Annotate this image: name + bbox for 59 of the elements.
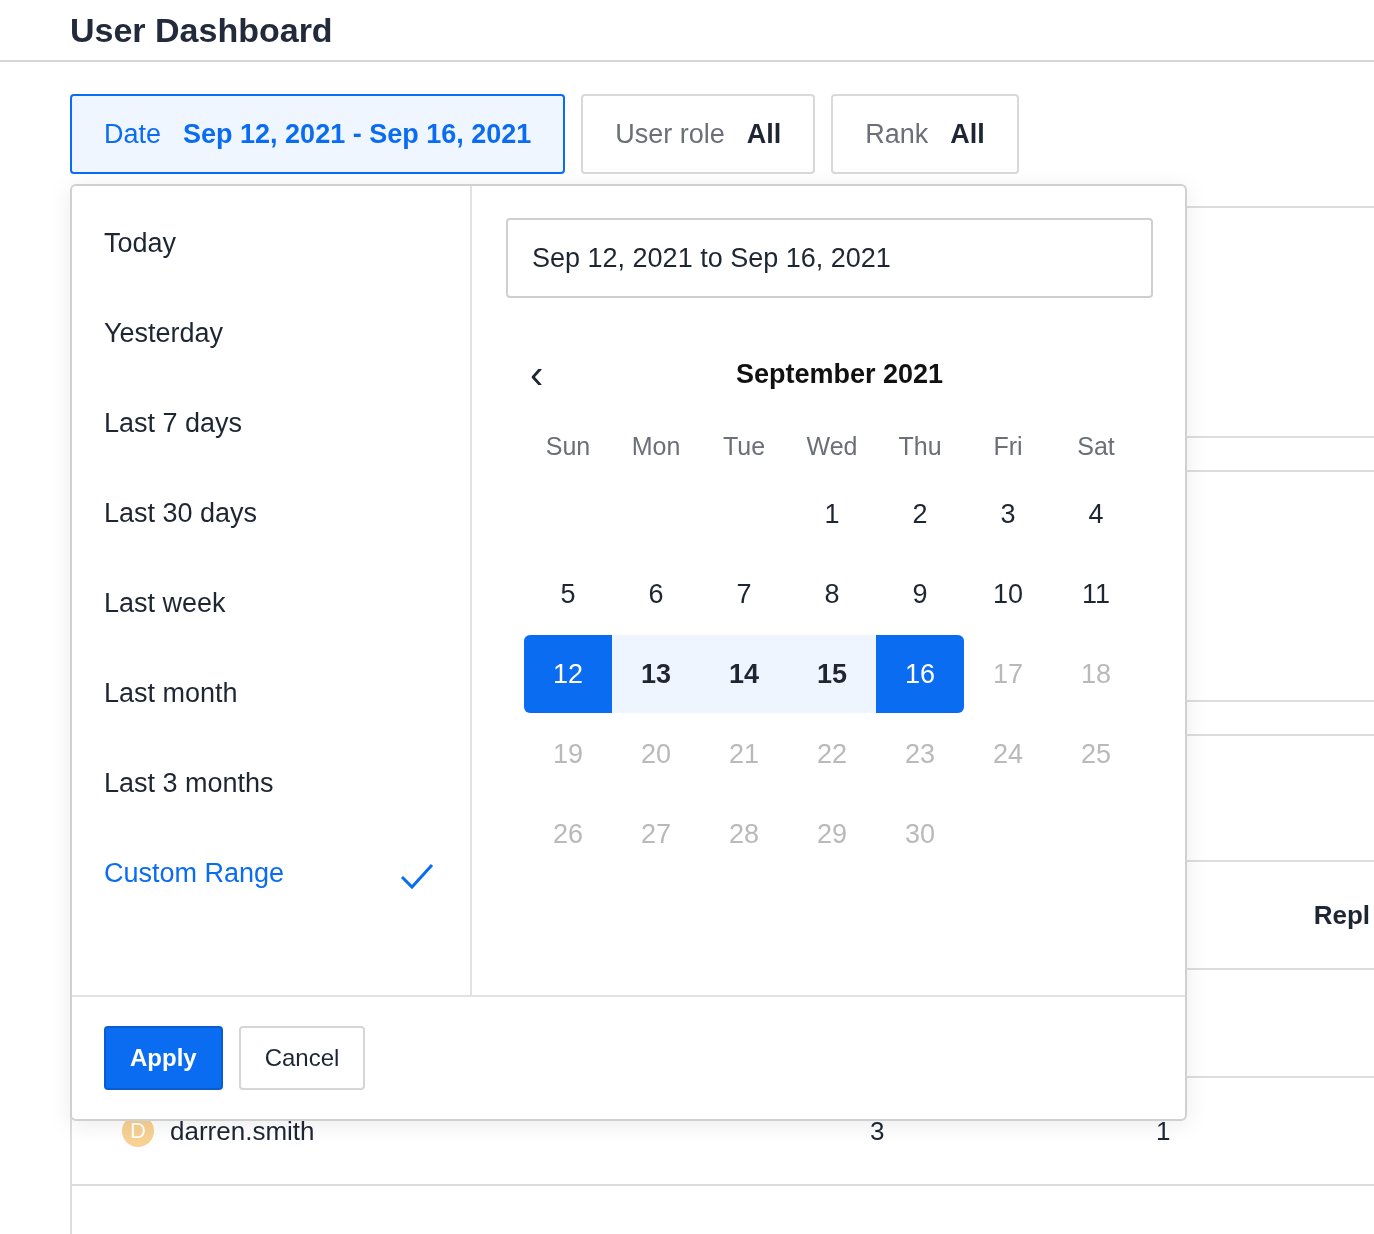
cancel-button[interactable]: Cancel [238,1026,366,1090]
calendar-day: 19 [524,715,612,793]
calendar-day: 28 [700,795,788,873]
column-header: Repl [1313,899,1370,931]
filter-button[interactable]: Date Sep 12, 2021 - Sep 16, 2021 [70,94,566,174]
calendar-day: 20 [612,715,700,793]
preset-option[interactable]: Last 30 days [72,486,470,576]
preset-option[interactable]: Yesterday [72,306,470,396]
calendar-day[interactable]: 2 [876,475,964,553]
user-name: darren.smith [170,1115,316,1147]
calendar-day[interactable]: 1 [788,475,876,553]
calendar-day: 29 [788,795,876,873]
month-title: September 2021 [735,358,944,390]
calendar-day[interactable]: 10 [964,555,1052,633]
calendar-day[interactable]: 16 [876,635,964,713]
calendar-day[interactable]: 5 [524,555,612,633]
date-range-field[interactable]: Sep 12, 2021 to Sep 16, 2021 [506,218,1153,298]
calendar-day[interactable]: 6 [612,555,700,633]
weekday-label: Wed [805,430,859,462]
page-title: User Dashboard [70,11,333,50]
previous-month-button[interactable]: ‹ [524,354,550,394]
weekday-label: Thu [897,430,943,462]
weekday-label: Sun [544,430,592,462]
calendar-day[interactable]: 13 [612,635,700,713]
preset-option[interactable]: Today [72,216,470,306]
calendar-day[interactable]: 11 [1052,555,1140,633]
check-icon [400,862,434,890]
weekday-label: Mon [630,430,682,462]
preset-option[interactable]: Last week [72,576,470,666]
calendar-day: 27 [612,795,700,873]
calendar-day: 17 [964,635,1052,713]
preset-option[interactable]: Last 3 months [72,756,470,846]
calendar-day[interactable]: 8 [788,555,876,633]
weekday-label: Tue [721,430,767,462]
table-cell: 1 [1156,1115,1171,1147]
calendar-day[interactable]: 3 [964,475,1052,553]
preset-option[interactable]: Last 7 days [72,396,470,486]
calendar-day[interactable]: 4 [1052,475,1140,553]
calendar-day: 25 [1052,715,1140,793]
calendar-day: 21 [700,715,788,793]
calendar-day: 18 [1052,635,1140,713]
calendar-day[interactable]: 7 [700,555,788,633]
calendar-day: 30 [876,795,964,873]
apply-button[interactable]: Apply [104,1026,223,1090]
calendar-day: 26 [524,795,612,873]
calendar-day[interactable]: 12 [524,635,612,713]
calendar-day: 24 [964,715,1052,793]
calendar-day: 23 [876,715,964,793]
calendar-day[interactable]: 9 [876,555,964,633]
calendar-day[interactable]: 14 [700,635,788,713]
weekday-label: Fri [992,430,1024,462]
filter-button[interactable]: Rank All [831,94,1019,174]
preset-option[interactable]: Custom Range [72,846,470,936]
calendar-day: 22 [788,715,876,793]
filter-button[interactable]: User role All [581,94,816,174]
weekday-label: Sat [1076,430,1116,462]
preset-option[interactable]: Last month [72,666,470,756]
calendar-day[interactable]: 15 [788,635,876,713]
table-cell-text: 3 [870,1115,886,1147]
